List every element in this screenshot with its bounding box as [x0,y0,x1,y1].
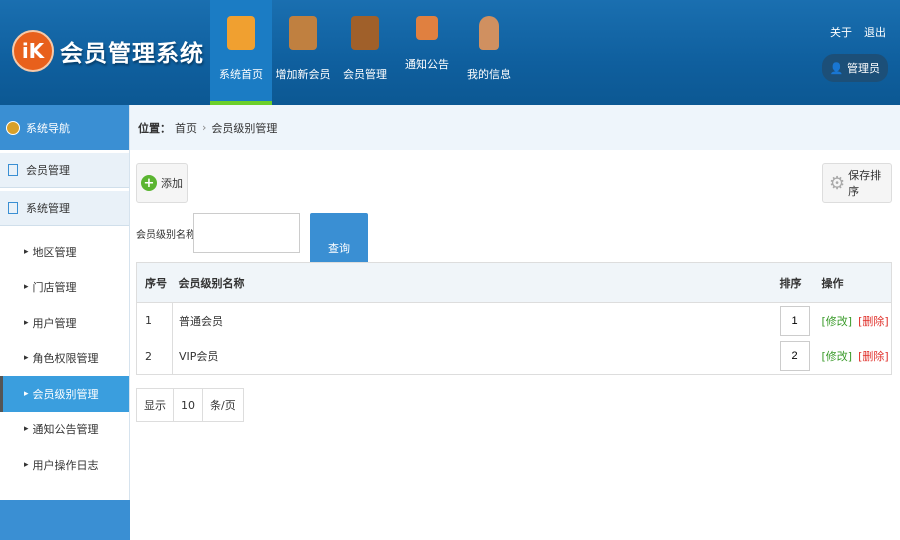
about-link[interactable]: 关于 [830,26,852,39]
sidebar-footer [0,500,130,540]
app-title: 会员管理系统 [60,41,204,67]
logout-link[interactable]: 退出 [864,26,886,39]
search-label: 会员级别名称 [136,230,196,241]
nav-notice[interactable]: 通知公告 [396,0,458,105]
plus-icon: + [141,175,157,191]
logo: iK 会员管理系统 [12,30,204,72]
add-button[interactable]: + 添加 [136,163,188,203]
pencil-ruler-icon [289,16,317,50]
search-button[interactable]: 查询 [310,213,368,268]
table-header: 序号 会员级别名称 排序 操作 [136,262,892,303]
order-input[interactable] [779,341,810,372]
cell-name: VIP会员 [179,350,219,364]
sidebar-group-member[interactable]: 会员管理 [0,153,129,188]
level-name-input[interactable] [193,213,300,253]
nav-member-manage[interactable]: 会员管理 [334,0,396,105]
nav-label: 我的信息 [467,68,511,81]
user-icon: 👤 [829,62,844,75]
group-label: 系统管理 [26,202,70,215]
cell-no: 1 [136,302,173,339]
group-label: 会员管理 [26,164,70,177]
nav-label: 通知公告 [405,58,449,71]
table-row: 1 普通会员 [修改] [删除] [136,302,892,339]
pager-unit-label: 条/页 [210,399,236,412]
sidebar-item-notice[interactable]: 通知公告管理 [0,412,129,448]
edit-link[interactable]: [修改] [822,350,853,363]
calendar-icon [8,202,18,214]
list-icon [8,164,18,176]
sidebar: 系统导航 会员管理 系统管理 地区管理 门店管理 用户管理 角色权限管理 会员级… [0,105,130,540]
col-actions: 操作 [821,262,892,303]
top-nav: 系统首页 增加新会员 会员管理 通知公告 我的信息 [210,0,520,105]
megaphone-icon [416,16,438,40]
level-table: 序号 会员级别名称 排序 操作 1 普通会员 [修改] [删除] 2 VIP会员 … [136,262,892,375]
breadcrumb: 位置： 首页 › 会员级别管理 [130,105,900,150]
header: iK 会员管理系统 系统首页 增加新会员 会员管理 通知公告 我的信息 关于 退出… [0,0,900,105]
nav-label: 系统首页 [219,68,263,81]
pager-show-label: 显示 [137,389,174,421]
add-label: 添加 [161,177,183,190]
cell-name: 普通会员 [179,314,223,328]
col-name: 会员级别名称 [172,262,780,303]
gear-icon: ⚙ [829,172,846,194]
save-order-button[interactable]: ⚙ 保存排序 [822,163,892,203]
logo-mark: iK [12,30,54,72]
page-size-value[interactable]: 10 [174,389,203,421]
home-icon [227,16,255,50]
edit-link[interactable]: [修改] [822,315,853,328]
sidebar-header: 系统导航 [0,105,129,150]
breadcrumb-label: 位置： [138,121,171,135]
nav-label: 增加新会员 [275,68,331,81]
book-icon [351,16,379,50]
delete-link[interactable]: [删除] [858,350,889,363]
nav-add-member[interactable]: 增加新会员 [272,0,334,105]
col-no: 序号 [136,262,173,303]
admin-label: 管理员 [847,62,880,75]
breadcrumb-separator: › [202,121,207,134]
sidebar-title: 系统导航 [26,121,70,135]
breadcrumb-home[interactable]: 首页 [175,120,197,136]
save-order-label: 保存排序 [848,169,882,198]
sidebar-item-log[interactable]: 用户操作日志 [0,447,129,483]
user-icon [479,16,499,50]
sidebar-item-member-level[interactable]: 会员级别管理 [0,376,129,412]
nav-my-info[interactable]: 我的信息 [458,0,520,105]
breadcrumb-current: 会员级别管理 [211,121,278,135]
table-row: 2 VIP会员 [修改] [删除] [136,338,892,375]
nav-home[interactable]: 系统首页 [210,0,272,105]
sidebar-item-store[interactable]: 门店管理 [0,270,129,306]
order-input[interactable] [779,305,810,336]
page-size-pager: 显示 10 条/页 [136,388,244,422]
col-order: 排序 [779,262,822,303]
nav-label: 会员管理 [343,68,387,81]
sidebar-item-region[interactable]: 地区管理 [0,234,129,270]
cell-no: 2 [136,338,173,375]
sidebar-item-role[interactable]: 角色权限管理 [0,341,129,377]
sidebar-item-user[interactable]: 用户管理 [0,305,129,341]
chevron-down-icon [6,120,20,135]
delete-link[interactable]: [删除] [858,315,889,328]
sidebar-group-system[interactable]: 系统管理 [0,191,129,226]
admin-badge[interactable]: 👤 管理员 [821,54,888,82]
